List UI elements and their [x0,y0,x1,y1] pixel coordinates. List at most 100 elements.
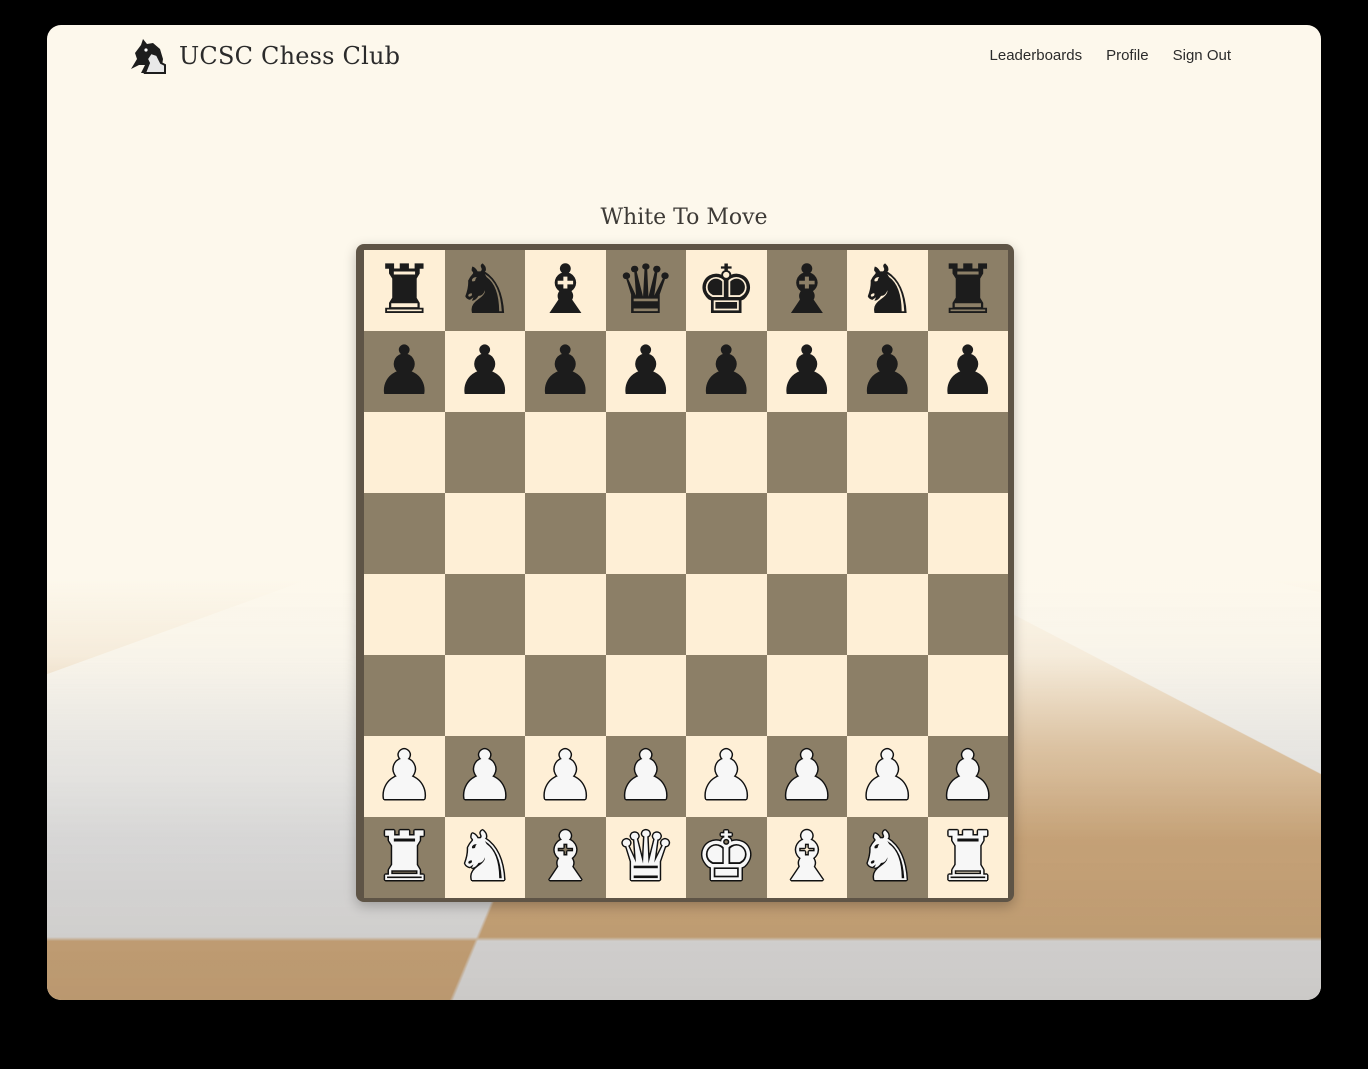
square-c7[interactable]: ♟ [525,331,606,412]
white-rook-icon[interactable]: ♜ [937,823,998,892]
square-e3[interactable] [686,655,767,736]
square-b5[interactable] [444,493,525,574]
square-g5[interactable] [847,493,928,574]
white-pawn-icon[interactable]: ♟ [535,742,596,811]
brand[interactable]: UCSC Chess Club [127,35,400,77]
square-e8[interactable]: ♚ [686,250,767,331]
square-h4[interactable] [927,574,1008,655]
square-g8[interactable]: ♞ [847,250,928,331]
square-e4[interactable] [686,574,767,655]
square-a7[interactable]: ♟ [364,331,445,412]
white-knight-icon[interactable]: ♞ [857,823,918,892]
square-a6[interactable] [364,412,445,493]
square-f8[interactable]: ♝ [766,250,847,331]
square-f5[interactable] [766,493,847,574]
square-g1[interactable]: ♞ [847,817,928,898]
white-bishop-icon[interactable]: ♝ [776,823,837,892]
black-pawn-icon[interactable]: ♟ [535,337,596,406]
square-d8[interactable]: ♛ [605,250,686,331]
square-a1[interactable]: ♜ [364,817,445,898]
white-pawn-icon[interactable]: ♟ [374,742,435,811]
black-pawn-icon[interactable]: ♟ [857,337,918,406]
square-f4[interactable] [766,574,847,655]
black-pawn-icon[interactable]: ♟ [776,337,837,406]
square-e2[interactable]: ♟ [686,736,767,817]
square-a8[interactable]: ♜ [364,250,445,331]
nav-profile-link[interactable]: Profile [1106,47,1149,64]
square-b3[interactable] [444,655,525,736]
square-a3[interactable] [364,655,445,736]
white-knight-icon[interactable]: ♞ [454,823,515,892]
black-king-icon[interactable]: ♚ [696,256,757,325]
square-b4[interactable] [444,574,525,655]
square-e5[interactable] [686,493,767,574]
black-pawn-icon[interactable]: ♟ [454,337,515,406]
black-knight-icon[interactable]: ♞ [857,256,918,325]
white-pawn-icon[interactable]: ♟ [454,742,515,811]
square-d5[interactable] [605,493,686,574]
square-d4[interactable] [605,574,686,655]
square-h1[interactable]: ♜ [927,817,1008,898]
square-c2[interactable]: ♟ [525,736,606,817]
square-g3[interactable] [847,655,928,736]
square-a2[interactable]: ♟ [364,736,445,817]
square-f1[interactable]: ♝ [766,817,847,898]
square-h5[interactable] [927,493,1008,574]
square-c4[interactable] [525,574,606,655]
square-g7[interactable]: ♟ [847,331,928,412]
white-pawn-icon[interactable]: ♟ [615,742,676,811]
black-knight-icon[interactable]: ♞ [454,256,515,325]
square-b2[interactable]: ♟ [444,736,525,817]
square-b1[interactable]: ♞ [444,817,525,898]
square-f3[interactable] [766,655,847,736]
white-king-icon[interactable]: ♚ [696,823,757,892]
square-c6[interactable] [525,412,606,493]
square-c5[interactable] [525,493,606,574]
square-h3[interactable] [927,655,1008,736]
square-h2[interactable]: ♟ [927,736,1008,817]
nav-leaderboards-link[interactable]: Leaderboards [990,47,1083,64]
white-bishop-icon[interactable]: ♝ [535,823,596,892]
white-pawn-icon[interactable]: ♟ [776,742,837,811]
square-d3[interactable] [605,655,686,736]
black-pawn-icon[interactable]: ♟ [937,337,998,406]
square-d1[interactable]: ♛ [605,817,686,898]
square-g4[interactable] [847,574,928,655]
black-queen-icon[interactable]: ♛ [615,256,676,325]
black-rook-icon[interactable]: ♜ [937,256,998,325]
white-queen-icon[interactable]: ♛ [615,823,676,892]
black-pawn-icon[interactable]: ♟ [696,337,757,406]
nav-sign-out-link[interactable]: Sign Out [1173,47,1231,64]
black-bishop-icon[interactable]: ♝ [535,256,596,325]
square-h6[interactable] [927,412,1008,493]
white-pawn-icon[interactable]: ♟ [696,742,757,811]
square-b6[interactable] [444,412,525,493]
square-f2[interactable]: ♟ [766,736,847,817]
square-g2[interactable]: ♟ [847,736,928,817]
square-h8[interactable]: ♜ [927,250,1008,331]
black-rook-icon[interactable]: ♜ [374,256,435,325]
white-pawn-icon[interactable]: ♟ [937,742,998,811]
square-e7[interactable]: ♟ [686,331,767,412]
square-b7[interactable]: ♟ [444,331,525,412]
square-e1[interactable]: ♚ [686,817,767,898]
square-c1[interactable]: ♝ [525,817,606,898]
black-pawn-icon[interactable]: ♟ [615,337,676,406]
square-a4[interactable] [364,574,445,655]
square-c8[interactable]: ♝ [525,250,606,331]
square-d6[interactable] [605,412,686,493]
square-f7[interactable]: ♟ [766,331,847,412]
black-pawn-icon[interactable]: ♟ [374,337,435,406]
square-h7[interactable]: ♟ [927,331,1008,412]
white-pawn-icon[interactable]: ♟ [857,742,918,811]
white-rook-icon[interactable]: ♜ [374,823,435,892]
square-d2[interactable]: ♟ [605,736,686,817]
square-d7[interactable]: ♟ [605,331,686,412]
square-c3[interactable] [525,655,606,736]
square-f6[interactable] [766,412,847,493]
square-a5[interactable] [364,493,445,574]
square-e6[interactable] [686,412,767,493]
square-g6[interactable] [847,412,928,493]
square-b8[interactable]: ♞ [444,250,525,331]
black-bishop-icon[interactable]: ♝ [776,256,837,325]
